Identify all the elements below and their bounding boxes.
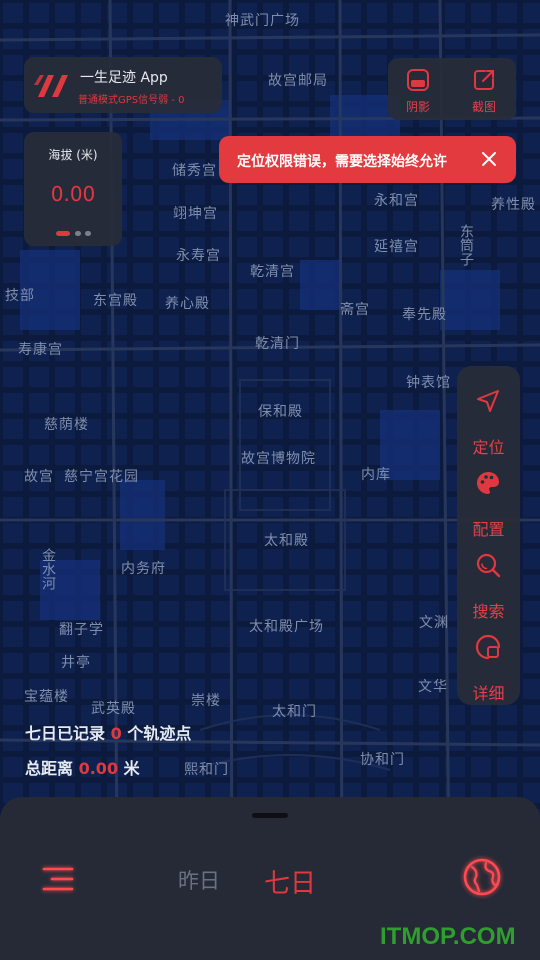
- altitude-value: 0.00: [50, 182, 96, 206]
- config-button[interactable]: 配置: [457, 462, 520, 542]
- config-label: 配置: [472, 520, 505, 539]
- map-label-shenwumen-square: 神武门广场: [225, 13, 300, 29]
- map-label-yikun: 翊坤宫: [173, 206, 218, 222]
- locate-icon: [477, 390, 499, 412]
- app-info-card[interactable]: 一生足迹 App 普通模式GPS信号弱 - 0: [24, 57, 222, 113]
- globe-icon[interactable]: [460, 855, 504, 899]
- map-label-ciyin: 慈荫楼: [44, 417, 89, 433]
- tab-yesterday[interactable]: 昨日: [178, 865, 220, 895]
- page-dot-active: [56, 231, 70, 236]
- map-label-shoukang: 寿康宫: [18, 342, 63, 358]
- map-label-donggong: 东宫殿: [93, 293, 138, 309]
- detail-icon: [475, 634, 501, 660]
- map-label-museum: 故宫博物院: [241, 451, 316, 467]
- map-label-wenhua: 文华: [418, 679, 448, 695]
- altitude-label: 海拔 (米): [48, 148, 98, 162]
- gps-status: 普通模式GPS信号弱 - 0: [78, 95, 185, 106]
- page-indicator: [56, 231, 96, 237]
- map-label-taihe-square: 太和殿广场: [249, 619, 324, 635]
- map-label-wenyuan: 文渊: [419, 615, 449, 631]
- distance-value: 0.00: [78, 759, 119, 778]
- shadow-label: 阴影: [405, 100, 430, 114]
- map-label-jinshui: 金水河: [40, 548, 56, 590]
- map-label-post-office: 故宫邮局: [268, 73, 328, 89]
- map-label-yonghe: 永和宫: [374, 193, 419, 209]
- detail-button[interactable]: 详细: [457, 626, 520, 706]
- close-icon[interactable]: [480, 150, 498, 168]
- action-bar: 定位 配置 搜索 详细: [457, 366, 520, 705]
- watermark: ITMOP.COM: [380, 923, 516, 950]
- map-label-yangxing: 养性殿: [491, 197, 536, 213]
- map-label-taihe-gate: 太和门: [272, 704, 317, 720]
- map-label-gugong: 故宫: [24, 469, 54, 485]
- app-logo-icon: [34, 75, 68, 97]
- map-label-jingting: 井亭: [61, 655, 91, 671]
- map-label-dongtongzi: 东筒子: [458, 224, 474, 266]
- locate-button[interactable]: 定位: [457, 380, 520, 460]
- search-button[interactable]: 搜索: [457, 544, 520, 624]
- map-label-yangxin: 养心殿: [165, 296, 210, 312]
- total-distance: 总距离 0.00 米: [25, 755, 140, 779]
- map-label-cining-garden: 慈宁宫花园: [64, 469, 139, 485]
- map-label-chuxiu: 储秀宫: [172, 163, 217, 179]
- tab-seven-days[interactable]: 七日: [264, 863, 316, 900]
- permission-error-toast: 定位权限错误，需要选择始终允许: [219, 136, 516, 183]
- altitude-card[interactable]: 海拔 (米) 0.00: [24, 132, 122, 246]
- page-dot: [85, 231, 91, 236]
- shadow-button[interactable]: 阴影: [390, 58, 446, 120]
- map-label-qianqing-palace: 乾清宫: [250, 264, 295, 280]
- palette-icon: [477, 472, 499, 494]
- search-icon: [476, 553, 501, 578]
- page-dot: [75, 231, 81, 236]
- shadow-icon: [407, 69, 429, 91]
- detail-label: 详细: [472, 684, 505, 703]
- map-label-baohe: 保和殿: [258, 404, 303, 420]
- map-label-jibu: 技部: [5, 288, 35, 304]
- map-label-xiehe: 协和门: [360, 752, 405, 768]
- toast-message: 定位权限错误，需要选择始终允许: [237, 154, 447, 170]
- distance-prefix: 总距离: [25, 759, 74, 778]
- map-label-taihe-hall: 太和殿: [264, 533, 309, 549]
- locate-label: 定位: [472, 438, 505, 457]
- points-recorded: 七日已记录 0 个轨迹点: [25, 720, 191, 744]
- app-title: 一生足迹 App: [80, 70, 168, 86]
- map-label-fengxian: 奉先殿: [402, 307, 447, 323]
- map-label-baoyun: 宝蕴楼: [24, 689, 69, 705]
- map-label-zhaigong: 斋宫: [340, 302, 370, 318]
- points-prefix: 七日已记录: [25, 724, 106, 743]
- distance-unit: 米: [123, 759, 140, 778]
- map-label-yanxi: 延禧宫: [374, 239, 419, 255]
- map-label-neiwufu: 内务府: [121, 561, 166, 577]
- screenshot-label: 截图: [471, 100, 496, 114]
- drag-handle[interactable]: [252, 813, 288, 818]
- map-label-fanzixue: 翻子学: [59, 622, 104, 638]
- screenshot-icon: [474, 70, 494, 90]
- map-label-neiku: 内库: [361, 467, 391, 483]
- points-count: 0: [110, 724, 122, 743]
- screenshot-button[interactable]: 截图: [456, 58, 512, 120]
- search-label: 搜索: [472, 602, 505, 621]
- points-suffix: 个轨迹点: [127, 724, 192, 743]
- tools-card: 阴影 截图: [388, 58, 516, 120]
- map-label-xihe: 熙和门: [184, 762, 229, 778]
- map-label-qianqing-gate: 乾清门: [255, 336, 300, 352]
- map-label-chonglou: 崇楼: [191, 693, 221, 709]
- menu-icon[interactable]: [38, 861, 78, 897]
- map-label-clock: 钟表馆: [406, 375, 451, 391]
- map-label-yongshou: 永寿宫: [176, 248, 221, 264]
- map-label-wuying: 武英殿: [91, 701, 136, 717]
